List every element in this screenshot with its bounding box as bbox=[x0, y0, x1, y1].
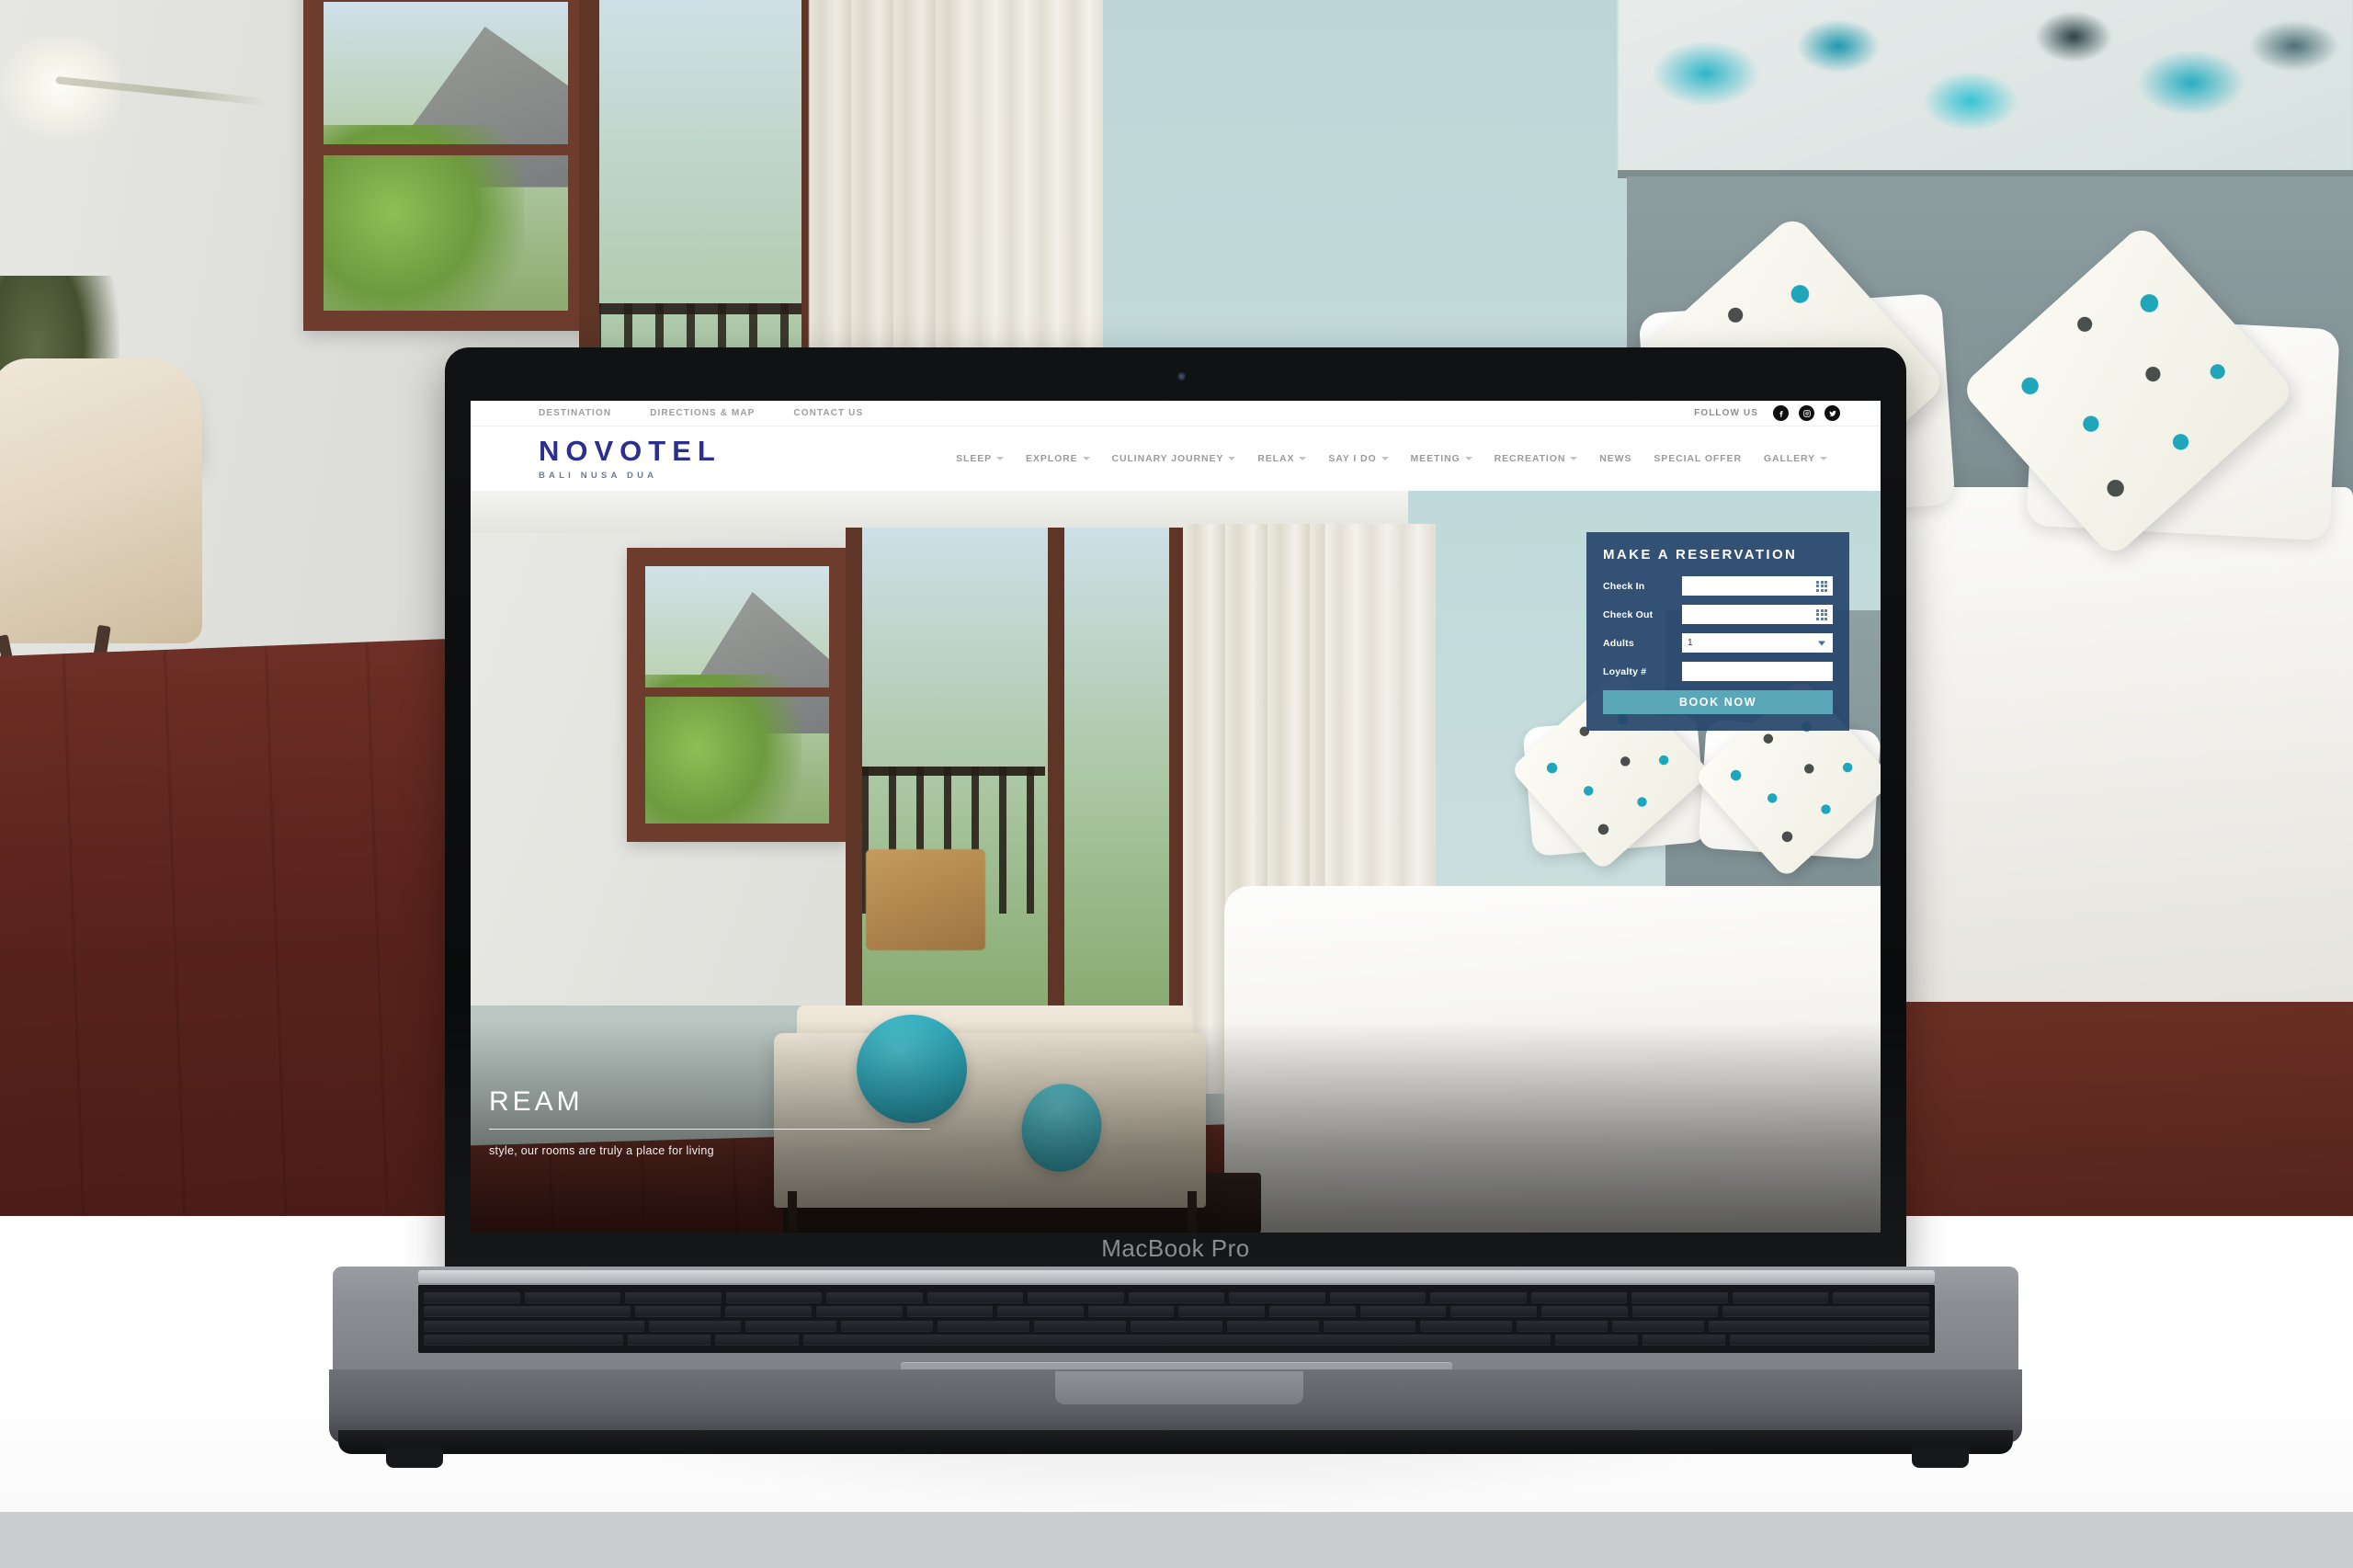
utility-link-directions-map[interactable]: DIRECTIONS & MAP bbox=[650, 408, 755, 418]
utility-link-contact-us[interactable]: CONTACT US bbox=[793, 408, 863, 418]
check-in-label: Check In bbox=[1603, 580, 1645, 592]
follow-us-group: FOLLOW US bbox=[1694, 405, 1840, 421]
macbook-pro-mockup: DESTINATION DIRECTIONS & MAP CONTACT US … bbox=[0, 0, 2353, 1568]
nav-label: EXPLORE bbox=[1026, 453, 1078, 464]
nav-label: SPECIAL OFFER bbox=[1654, 453, 1742, 464]
screenshot-canvas: DESTINATION DIRECTIONS & MAP CONTACT US … bbox=[0, 0, 2353, 1568]
main-menu: SLEEP EXPLORE CULINARY JOURNEY RELAX SAY… bbox=[956, 453, 1853, 464]
chevron-down-icon bbox=[996, 457, 1005, 460]
check-out-label: Check Out bbox=[1603, 608, 1654, 620]
laptop-keyboard[interactable] bbox=[418, 1285, 1935, 1353]
chevron-down-icon bbox=[1381, 457, 1389, 460]
chevron-down-icon bbox=[1228, 457, 1236, 460]
reservation-row-loyalty: Loyalty # bbox=[1603, 662, 1833, 681]
nav-label: RELAX bbox=[1257, 453, 1295, 464]
chevron-down-icon bbox=[1818, 641, 1825, 645]
nav-item-culinary-journey[interactable]: CULINARY JOURNEY bbox=[1112, 453, 1236, 464]
utility-bar: DESTINATION DIRECTIONS & MAP CONTACT US … bbox=[471, 401, 1881, 426]
laptop-foot-right bbox=[1912, 1448, 1969, 1468]
hero-caption: REAM style, our rooms are truly a place … bbox=[471, 1085, 1881, 1157]
hero-tree-view bbox=[645, 674, 801, 824]
hero-window-glass bbox=[645, 566, 829, 824]
laptop-base-notch bbox=[1055, 1371, 1303, 1404]
book-now-button[interactable]: BOOK NOW bbox=[1603, 690, 1833, 714]
nav-item-explore[interactable]: EXPLORE bbox=[1026, 453, 1090, 464]
check-in-input[interactable] bbox=[1682, 576, 1833, 596]
facebook-icon[interactable] bbox=[1773, 405, 1789, 421]
hero-section: REAM style, our rooms are truly a place … bbox=[471, 491, 1881, 1233]
calendar-icon bbox=[1816, 580, 1827, 592]
instagram-icon[interactable] bbox=[1799, 405, 1814, 421]
hero-subtitle: style, our rooms are truly a place for l… bbox=[489, 1144, 714, 1157]
reservation-row-check-out: Check Out bbox=[1603, 605, 1833, 624]
hero-balcony-chair bbox=[866, 849, 985, 950]
nav-label: NEWS bbox=[1599, 453, 1632, 464]
laptop-base-bottom bbox=[338, 1430, 2013, 1454]
nav-label: GALLERY bbox=[1763, 453, 1815, 464]
nav-label: SLEEP bbox=[956, 453, 993, 464]
nav-item-special-offer[interactable]: SPECIAL OFFER bbox=[1654, 453, 1742, 464]
macbook-pro-label: MacBook Pro bbox=[1101, 1233, 1250, 1262]
loyalty-label: Loyalty # bbox=[1603, 665, 1647, 677]
chevron-down-icon bbox=[1570, 457, 1578, 460]
nav-label: CULINARY JOURNEY bbox=[1111, 453, 1224, 464]
reservation-widget: MAKE A RESERVATION Check In Check Out Ad bbox=[1586, 532, 1849, 731]
nav-item-say-i-do[interactable]: SAY I DO bbox=[1328, 453, 1389, 464]
hero-balcony-rail-top bbox=[861, 767, 1045, 776]
chevron-down-icon bbox=[1464, 457, 1472, 460]
loyalty-input[interactable] bbox=[1682, 662, 1833, 681]
utility-nav: DESTINATION DIRECTIONS & MAP CONTACT US bbox=[539, 408, 863, 418]
calendar-icon bbox=[1816, 608, 1827, 620]
follow-us-label: FOLLOW US bbox=[1694, 408, 1758, 418]
logo-location-text: BALI NUSA DUA bbox=[539, 471, 658, 481]
chevron-down-icon bbox=[1820, 457, 1827, 460]
twitter-icon[interactable] bbox=[1824, 405, 1840, 421]
nav-label: RECREATION bbox=[1494, 453, 1566, 464]
novotel-website: DESTINATION DIRECTIONS & MAP CONTACT US … bbox=[471, 401, 1881, 1233]
nav-item-sleep[interactable]: SLEEP bbox=[956, 453, 1005, 464]
adults-select[interactable]: 1 bbox=[1682, 633, 1833, 653]
reservation-row-adults: Adults 1 bbox=[1603, 633, 1833, 653]
nav-item-relax[interactable]: RELAX bbox=[1257, 453, 1307, 464]
keyboard-row bbox=[424, 1306, 1929, 1318]
keyboard-row bbox=[424, 1291, 1929, 1303]
chevron-down-icon bbox=[1082, 457, 1090, 460]
check-out-input[interactable] bbox=[1682, 605, 1833, 624]
keyboard-hinge-strip bbox=[418, 1270, 1935, 1283]
hero-divider bbox=[489, 1128, 930, 1130]
laptop-foot-left bbox=[386, 1448, 443, 1468]
reservation-title: MAKE A RESERVATION bbox=[1603, 547, 1798, 562]
novotel-logo[interactable]: NOVOTEL BALI NUSA DUA bbox=[539, 437, 722, 481]
nav-item-recreation[interactable]: RECREATION bbox=[1495, 453, 1578, 464]
main-navigation-bar: NOVOTEL BALI NUSA DUA SLEEP EXPLORE CULI… bbox=[471, 426, 1881, 491]
hero-title: REAM bbox=[489, 1085, 584, 1117]
laptop-lid: DESTINATION DIRECTIONS & MAP CONTACT US … bbox=[445, 347, 1906, 1276]
utility-link-destination[interactable]: DESTINATION bbox=[539, 408, 611, 418]
nav-label: MEETING bbox=[1410, 453, 1461, 464]
laptop-screen: DESTINATION DIRECTIONS & MAP CONTACT US … bbox=[471, 401, 1881, 1233]
nav-item-gallery[interactable]: GALLERY bbox=[1764, 453, 1827, 464]
nav-label: SAY I DO bbox=[1328, 453, 1377, 464]
webcam-icon bbox=[1177, 372, 1186, 381]
logo-brand-text: NOVOTEL bbox=[539, 435, 722, 467]
chevron-down-icon bbox=[1299, 457, 1307, 460]
nav-item-meeting[interactable]: MEETING bbox=[1411, 453, 1472, 464]
adults-label: Adults bbox=[1603, 637, 1634, 649]
hero-window-mullion bbox=[645, 687, 829, 697]
reservation-row-check-in: Check In bbox=[1603, 576, 1833, 596]
keyboard-row bbox=[424, 1335, 1930, 1346]
keyboard-row bbox=[424, 1320, 1930, 1332]
nav-item-news[interactable]: NEWS bbox=[1599, 453, 1631, 464]
hero-window bbox=[627, 548, 847, 842]
